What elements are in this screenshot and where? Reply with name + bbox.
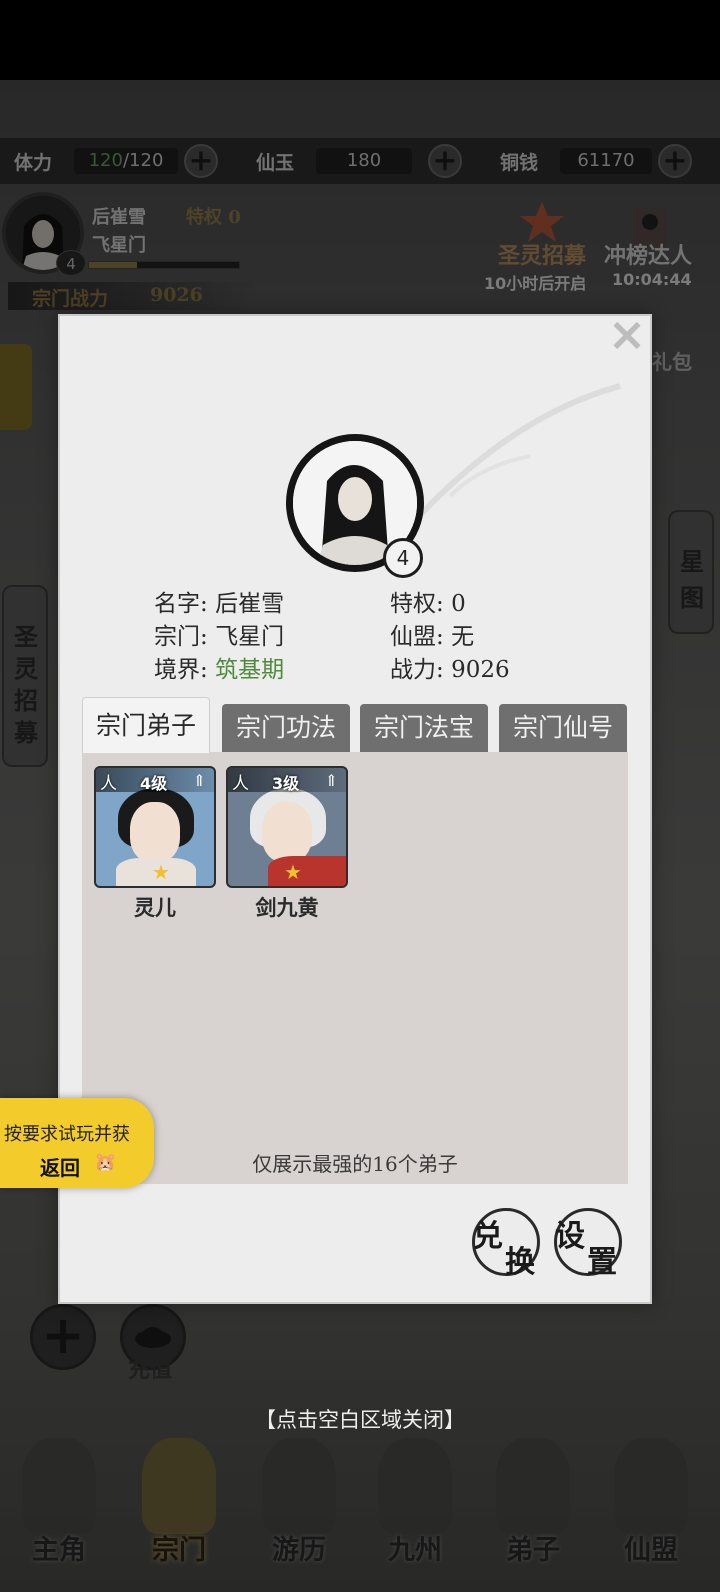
ad-text: 按要求试玩并获 <box>4 1124 130 1145</box>
realm-value: 筑基期 <box>215 657 285 683</box>
info-power: 战力: 9026 <box>390 650 510 684</box>
star-icon: ★ <box>152 860 170 884</box>
sect-value: 飞星门 <box>215 624 285 650</box>
tab-sect-treasures[interactable]: 宗门法宝 <box>360 704 488 752</box>
realm-label: 境界: <box>154 657 216 683</box>
tab-sect-titles[interactable]: 宗门仙号 <box>499 704 627 752</box>
disciple-level: 3级 <box>272 774 300 793</box>
power-label: 战力: <box>390 657 452 683</box>
tab-sect-techniques[interactable]: 宗门功法 <box>222 704 350 752</box>
disciple-name: 剑九黄 <box>255 895 319 920</box>
ad-return-button[interactable]: 返回 <box>40 1152 80 1181</box>
privilege-value: 0 <box>451 591 466 617</box>
trial-ad-widget[interactable]: 按要求试玩并获 返回 🐹 <box>0 1098 154 1188</box>
swap-char: 换 <box>505 1245 535 1280</box>
power-value: 9026 <box>451 657 510 683</box>
settings-char: 设 <box>555 1219 585 1254</box>
disciple-face <box>130 802 180 862</box>
disciple-race: 人 <box>100 774 117 794</box>
disciple-robe <box>268 856 346 886</box>
disciple-face <box>262 802 312 862</box>
disciple-level: 4级 <box>140 774 168 793</box>
sword-icon: ⇑ <box>192 771 206 790</box>
swap-button[interactable]: 兑 换 <box>472 1208 540 1280</box>
hamster-icon: 🐹 <box>94 1152 117 1173</box>
privilege-label: 特权: <box>390 591 452 617</box>
disciple-name: 灵儿 <box>134 895 176 920</box>
swap-char: 兑 <box>473 1219 503 1254</box>
ink-bamboo-decoration <box>407 383 621 529</box>
info-alliance: 仙盟: 无 <box>390 617 474 651</box>
name-label: 名字: <box>154 591 216 617</box>
info-privilege: 特权: 0 <box>390 584 466 618</box>
sect-label: 宗门: <box>154 624 216 650</box>
tab-sect-disciples[interactable]: 宗门弟子 <box>82 697 210 753</box>
sword-icon: ⇑ <box>324 771 338 790</box>
name-value: 后崔雪 <box>215 591 285 617</box>
status-bar <box>0 0 720 80</box>
settings-char: 置 <box>587 1245 617 1280</box>
disciple-card[interactable]: 人 4级 ⇑ ★ <box>94 766 216 888</box>
disciple-race: 人 <box>232 774 249 794</box>
alliance-label: 仙盟: <box>390 624 452 650</box>
alliance-value: 无 <box>451 624 475 650</box>
star-icon: ★ <box>284 860 302 884</box>
info-realm: 境界: 筑基期 <box>154 650 284 684</box>
strongest-disciples-hint: 仅展示最强的16个弟子 <box>252 1152 458 1176</box>
profile-level-badge: 4 <box>383 538 423 578</box>
close-icon[interactable]: × <box>605 311 649 357</box>
info-name: 名字: 后崔雪 <box>154 584 284 618</box>
tap-blank-to-close-hint: 【点击空白区域关闭】 <box>255 1408 465 1432</box>
info-sect: 宗门: 飞星门 <box>154 617 284 651</box>
settings-button[interactable]: 设 置 <box>554 1208 622 1280</box>
disciple-card[interactable]: 人 3级 ⇑ ★ <box>226 766 348 888</box>
